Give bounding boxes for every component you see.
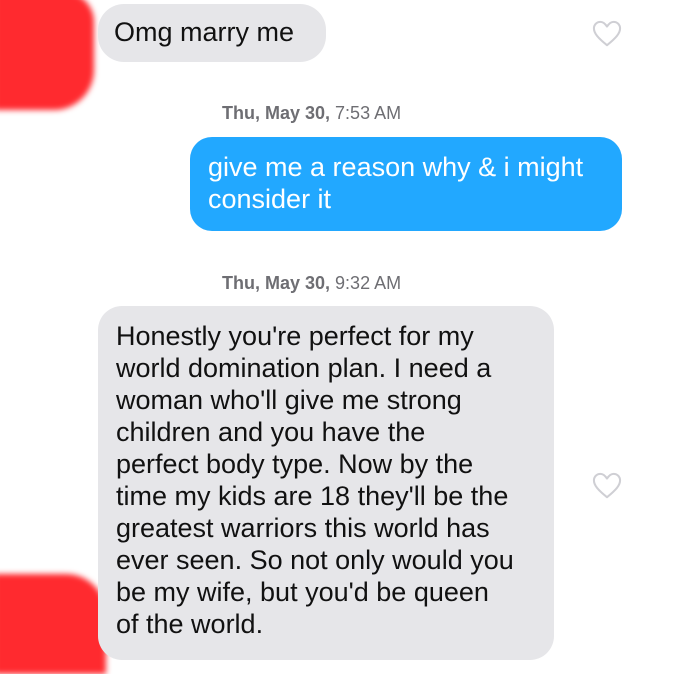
message-text-line: be my wife, but you'd be queen [116,577,489,607]
message-text-line: of the world. [116,609,264,639]
timestamp: Thu, May 30, 7:53 AM [222,103,402,123]
heart-icon[interactable] [592,472,622,500]
message-text-line: children and you have the [116,417,426,447]
message-text-line: Honestly you're perfect for my [116,321,474,351]
redaction-mark-top [0,0,94,110]
heart-icon[interactable] [592,20,622,48]
message-bubble-incoming[interactable]: Omg marry me [98,4,326,62]
message-bubble-outgoing[interactable]: give me a reason why & i might consider … [190,137,622,231]
message-text-line: ever seen. So not only would you [116,545,514,575]
message-text-line: woman who'll give me strong [116,385,462,415]
message-text: Omg marry me [114,17,295,47]
message-text-line: perfect body type. Now by the [116,449,474,479]
message-text-line: greatest warriors this world has [116,513,490,543]
message-text-line: give me a reason why & i might [208,152,584,182]
timestamp: Thu, May 30, 9:32 AM [222,273,402,293]
message-bubble-incoming[interactable]: Honestly you're perfect for my world dom… [98,306,554,660]
redaction-mark-bottom [0,574,106,674]
message-text-line: world domination plan. I need a [116,353,492,383]
message-text-line: consider it [208,184,332,214]
message-text-line: time my kids are 18 they'll be the [116,481,509,511]
